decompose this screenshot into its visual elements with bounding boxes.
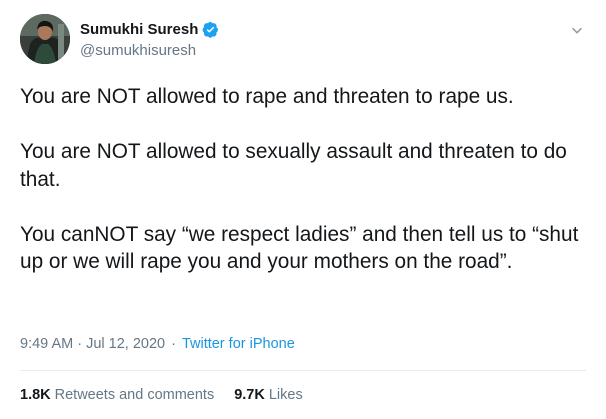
tweet-paragraph: You are NOT allowed to rape and threaten…: [20, 85, 514, 108]
author-handle[interactable]: @sumukhisuresh: [80, 42, 219, 59]
tweet-stats: 1.8K Retweets and comments 9.7K Likes: [20, 387, 303, 403]
tweet-card: Sumukhi Suresh @sumukhisuresh You are NO…: [0, 0, 606, 419]
retweets-count: 1.8K: [20, 387, 51, 403]
tweet-timestamp[interactable]: 9:49 AM · Jul 12, 2020: [20, 336, 165, 352]
likes-count: 9.7K: [234, 387, 265, 403]
tweet-meta: 9:49 AM · Jul 12, 2020 · Twitter for iPh…: [20, 336, 295, 352]
tweet-paragraph: You are NOT allowed to sexually assault …: [20, 140, 567, 191]
tweet-text: You are NOT allowed to rape and threaten…: [20, 83, 590, 276]
tweet-paragraph: You canNOT say “we respect ladies” and t…: [20, 222, 579, 274]
display-name-row: Sumukhi Suresh: [80, 19, 219, 39]
verified-badge-icon: [202, 21, 219, 38]
avatar[interactable]: [20, 14, 70, 64]
divider: [20, 370, 586, 371]
likes-stat[interactable]: 9.7K Likes: [234, 387, 303, 403]
meta-separator: ·: [171, 336, 176, 352]
author-display-name[interactable]: Sumukhi Suresh: [80, 21, 198, 38]
likes-label: Likes: [268, 387, 303, 403]
retweets-stat[interactable]: 1.8K Retweets and comments: [20, 387, 214, 403]
profile-photo: [20, 14, 70, 64]
chevron-down-icon[interactable]: [568, 22, 586, 40]
retweets-label: Retweets and comments: [54, 387, 215, 403]
author-names: Sumukhi Suresh @sumukhisuresh: [80, 19, 219, 59]
tweet-header: Sumukhi Suresh @sumukhisuresh: [20, 14, 586, 66]
tweet-source-link[interactable]: Twitter for iPhone: [182, 336, 295, 352]
